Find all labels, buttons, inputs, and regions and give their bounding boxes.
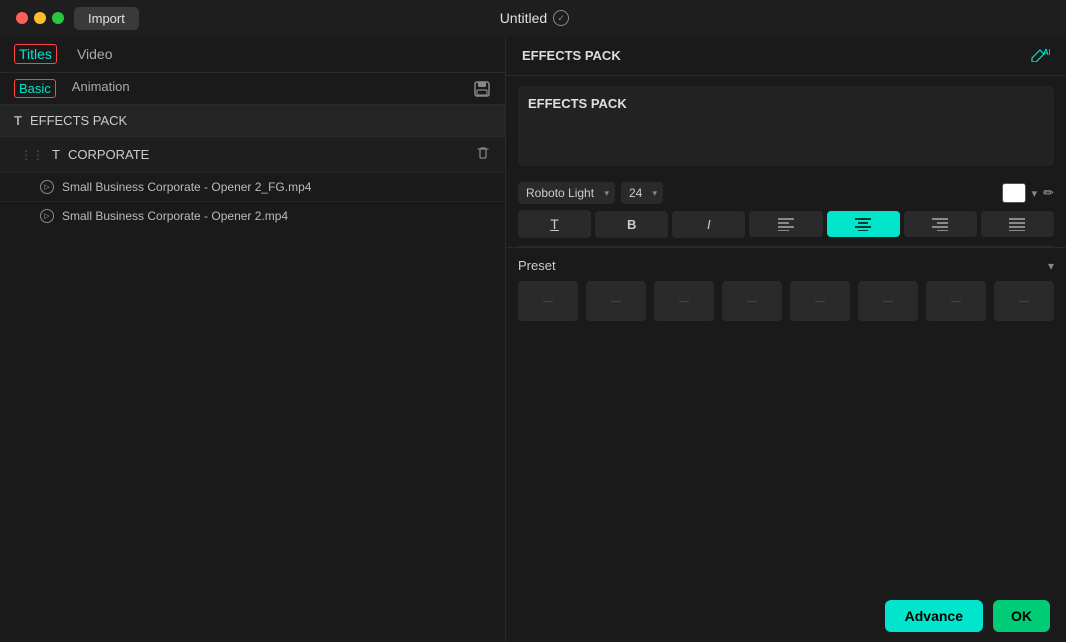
preset-item-8[interactable]: —	[994, 281, 1054, 321]
pencil-icon[interactable]: ✏	[1043, 185, 1054, 201]
preset-item-1[interactable]: —	[518, 281, 578, 321]
tab-animation[interactable]: Animation	[72, 79, 130, 98]
file-item-1[interactable]: ▷ Small Business Corporate - Opener 2_FG…	[0, 172, 505, 201]
t-icon-corp: T	[52, 147, 60, 162]
format-btns-row: T B I	[506, 210, 1066, 246]
play-icon-2: ▷	[40, 209, 54, 223]
group-label: EFFECTS PACK	[30, 113, 127, 128]
format-align-justify-button[interactable]	[981, 211, 1054, 237]
preset-item-6[interactable]: —	[858, 281, 918, 321]
format-italic-button[interactable]: I	[672, 211, 745, 238]
group-effects-pack: T EFFECTS PACK	[0, 105, 505, 136]
preset-header: Preset ▾	[518, 258, 1054, 273]
subgroup-inner: ⋮⋮ T CORPORATE	[20, 145, 491, 164]
color-dropdown-btn[interactable]: ▾	[1030, 185, 1040, 202]
close-button[interactable]	[16, 12, 28, 24]
status-icon: ✓	[553, 10, 569, 26]
font-size-wrapper: 24 ▾	[621, 182, 663, 204]
ai-edit-icon[interactable]: AI	[1030, 46, 1050, 65]
text-toolbar: Roboto Light ▾ 24 ▾ ▾ ✏	[506, 176, 1066, 210]
subgroup-info: ⋮⋮ T CORPORATE	[20, 147, 149, 162]
svg-text:AI: AI	[1043, 48, 1050, 57]
title-text: Untitled	[500, 10, 547, 26]
tab-video[interactable]: Video	[73, 44, 117, 64]
drag-icon: ⋮⋮	[20, 148, 44, 162]
ok-button[interactable]: OK	[993, 600, 1050, 632]
effects-pack-title: EFFECTS PACK	[522, 48, 621, 63]
main-tab-row: Titles Video	[0, 36, 505, 73]
preset-section: Preset ▾ — — — — — — — —	[506, 247, 1066, 331]
preset-item-3[interactable]: —	[654, 281, 714, 321]
subgroup-label: CORPORATE	[68, 147, 149, 162]
font-size-select[interactable]: 24	[621, 182, 663, 204]
main-layout: Titles Video Basic Animation T EFFECT	[0, 36, 1066, 642]
save-icon[interactable]	[473, 80, 491, 98]
t-icon: T	[14, 113, 22, 128]
bottom-bar: Advance OK	[506, 590, 1066, 642]
format-text-style-button[interactable]: T	[518, 210, 591, 238]
format-bold-button[interactable]: B	[595, 211, 668, 238]
format-align-right-button[interactable]	[904, 211, 977, 237]
preset-title: Preset	[518, 258, 556, 273]
trash-icon[interactable]	[475, 145, 491, 164]
titlebar-left: Import	[16, 7, 139, 30]
file-name-1: Small Business Corporate - Opener 2_FG.m…	[62, 180, 311, 194]
preset-item-7[interactable]: —	[926, 281, 986, 321]
left-panel: Titles Video Basic Animation T EFFECT	[0, 36, 506, 642]
sub-tab-row: Basic Animation	[0, 73, 505, 105]
minimize-button[interactable]	[34, 12, 46, 24]
chevron-down-icon[interactable]: ▾	[1048, 259, 1054, 273]
preset-item-5[interactable]: —	[790, 281, 850, 321]
play-icon-1: ▷	[40, 180, 54, 194]
format-align-center-button[interactable]	[827, 211, 900, 237]
format-align-left-button[interactable]	[749, 211, 822, 237]
color-picker: ▾ ✏	[1002, 183, 1054, 203]
preset-item-2[interactable]: —	[586, 281, 646, 321]
right-panel: EFFECTS PACK AI EFFECTS PACK Roboto Ligh…	[506, 36, 1066, 642]
maximize-button[interactable]	[52, 12, 64, 24]
preset-item-4[interactable]: —	[722, 281, 782, 321]
effects-pack-header: EFFECTS PACK AI	[506, 36, 1066, 76]
advance-button[interactable]: Advance	[885, 600, 983, 632]
font-select[interactable]: Roboto Light	[518, 182, 615, 204]
subgroup-corporate: ⋮⋮ T CORPORATE	[0, 136, 505, 172]
color-swatch[interactable]	[1002, 183, 1026, 203]
preset-items: — — — — — — — —	[518, 281, 1054, 321]
tab-basic[interactable]: Basic	[14, 79, 56, 98]
traffic-lights	[16, 12, 64, 24]
sub-tab-left: Basic Animation	[14, 79, 130, 98]
file-list: T EFFECTS PACK ⋮⋮ T CORPORATE	[0, 105, 505, 642]
window-title: Untitled ✓	[500, 10, 569, 26]
text-editor[interactable]: EFFECTS PACK	[518, 86, 1054, 166]
tab-titles[interactable]: Titles	[14, 44, 57, 64]
import-button[interactable]: Import	[74, 7, 139, 30]
file-name-2: Small Business Corporate - Opener 2.mp4	[62, 209, 288, 223]
file-item-2[interactable]: ▷ Small Business Corporate - Opener 2.mp…	[0, 201, 505, 230]
titlebar: Import Untitled ✓	[0, 0, 1066, 36]
font-select-wrapper: Roboto Light ▾	[518, 182, 615, 204]
